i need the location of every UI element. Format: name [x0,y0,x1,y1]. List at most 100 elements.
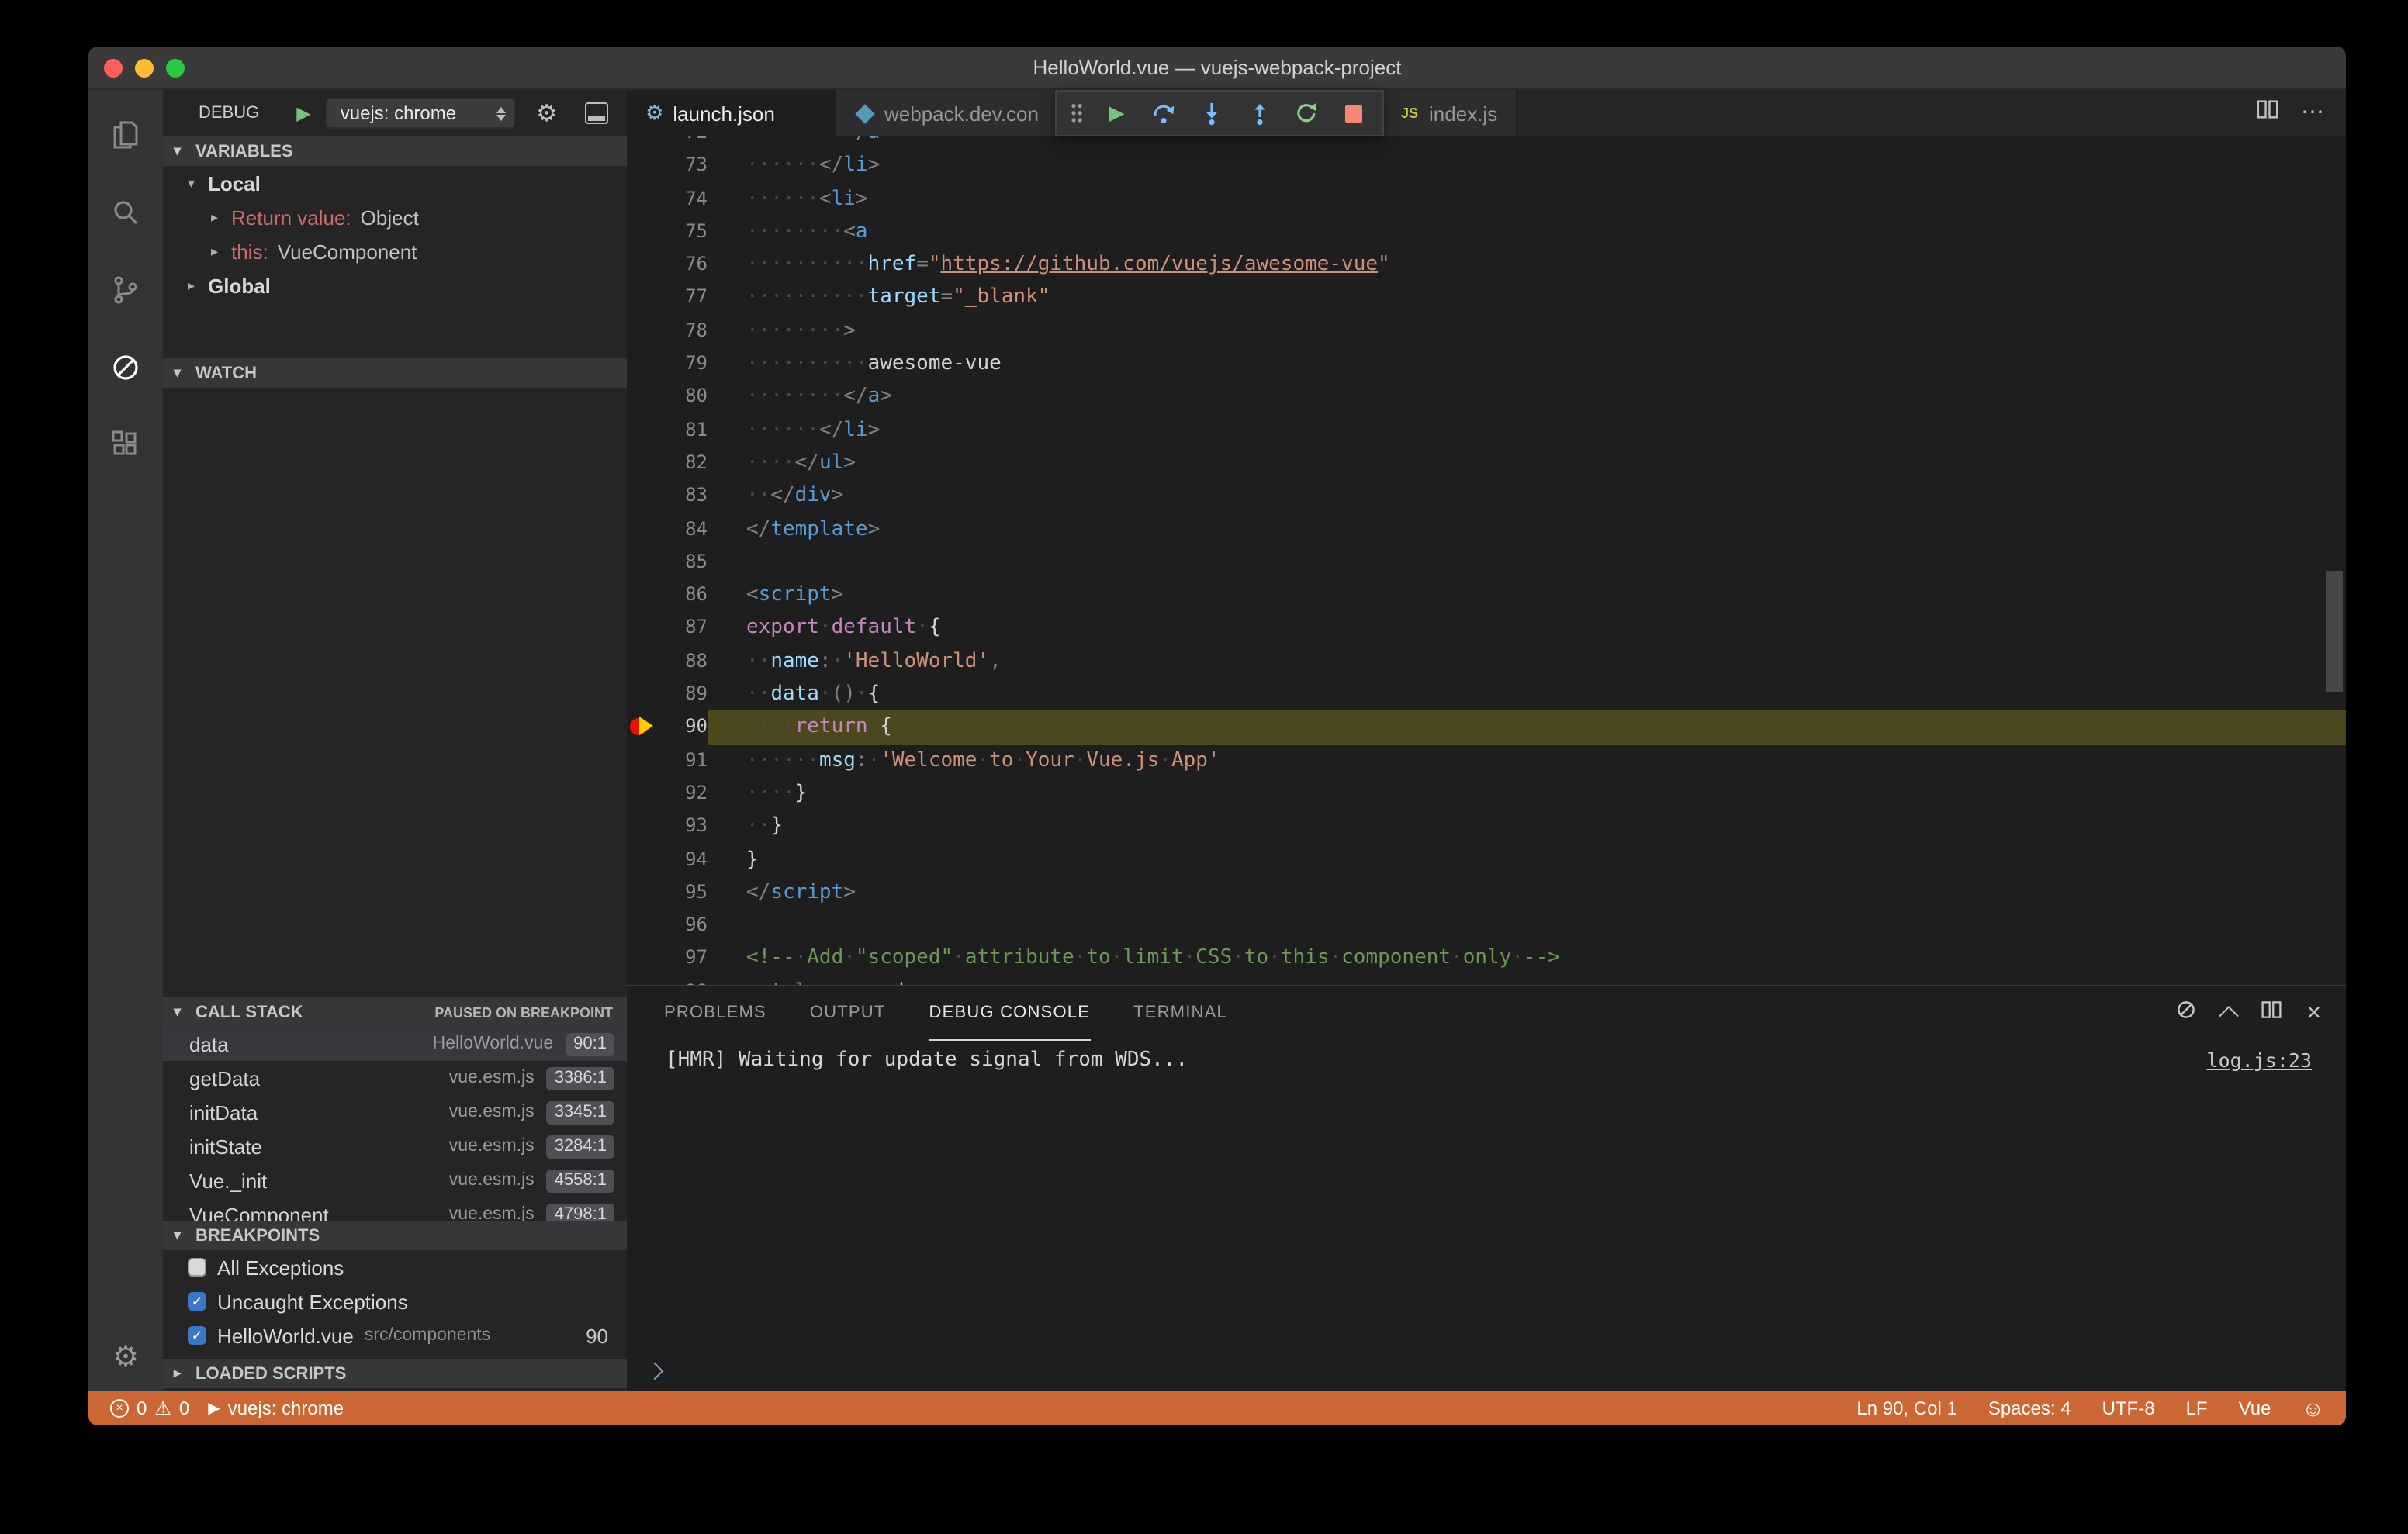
debug-icon[interactable] [88,329,163,406]
line-number[interactable]: 91 [658,744,708,777]
restart-button[interactable] [1293,99,1321,127]
gutter-margin[interactable] [627,942,658,976]
gutter-margin[interactable] [627,413,658,447]
variables-header[interactable]: ▾ VARIABLES [163,136,627,166]
line-number[interactable]: 89 [658,678,708,711]
extensions-icon[interactable] [88,406,163,484]
code-text[interactable]: ··········awesome-vue [708,347,2346,381]
line-number[interactable]: 90 [658,711,708,745]
gutter-margin[interactable] [627,810,658,843]
gutter-margin[interactable] [627,150,658,183]
code-text[interactable]: <style·scoped> [708,975,2346,985]
line-number[interactable]: 98 [658,975,708,985]
variable-row[interactable]: ▸this:VueComponent [163,234,627,268]
search-icon[interactable] [88,174,163,251]
breakpoint-checkbox[interactable]: ✓ [188,1326,206,1345]
gutter-margin[interactable] [627,546,658,579]
gutter-margin[interactable] [627,975,658,985]
code-text[interactable]: ··name:·'HelloWorld', [708,645,2346,679]
debug-console-toggle-icon[interactable] [585,102,608,124]
breakpoint-row[interactable]: All Exceptions [163,1250,627,1284]
code-text[interactable]: </script> [708,876,2346,910]
gutter-margin[interactable] [627,678,658,711]
maximize-panel-icon[interactable] [2219,1006,2238,1025]
gutter-margin[interactable] [627,282,658,315]
code-text[interactable]: ··} [708,810,2346,843]
line-number[interactable]: 76 [658,248,708,282]
variable-row[interactable]: ▸Global [163,268,627,302]
panel-tab-terminal[interactable]: TERMINAL [1133,986,1227,1041]
loaded-scripts-header[interactable]: ▸ LOADED SCRIPTS [163,1359,627,1388]
line-number[interactable]: 86 [658,579,708,612]
watch-header[interactable]: ▾ WATCH [163,358,627,388]
code-text[interactable]: ······msg:·'Welcome·to·Your·Vue.js·App' [708,744,2346,777]
code-text[interactable]: <script> [708,579,2346,612]
code-text[interactable]: ····</ul> [708,447,2346,480]
line-number[interactable]: 83 [658,480,708,513]
line-number[interactable]: 94 [658,843,708,876]
line-number[interactable]: 77 [658,282,708,315]
step-over-button[interactable] [1150,99,1178,127]
line-number[interactable]: 82 [658,447,708,480]
gutter-margin[interactable] [627,136,658,150]
debug-config-status[interactable]: ▶ vuejs: chrome [208,1398,344,1419]
line-number[interactable]: 79 [658,347,708,381]
code-text[interactable]: ······</li> [708,413,2346,447]
start-debug-button[interactable]: ▶ [296,102,310,124]
line-number[interactable]: 84 [658,513,708,546]
line-number[interactable]: 73 [658,150,708,183]
code-text[interactable]: ········> [708,315,2346,348]
gutter-margin[interactable] [627,216,658,249]
debug-console-input[interactable] [627,1351,2346,1391]
callstack-frame[interactable]: Vue._initvue.esm.js4558:1 [163,1163,627,1197]
gutter-margin[interactable] [627,711,658,745]
tab-index-js[interactable]: JSindex.js [1381,90,1517,136]
gutter-margin[interactable] [627,876,658,910]
code-text[interactable]: export·default·{ [708,612,2346,645]
panel-tab-debug-console[interactable]: DEBUG CONSOLE [929,986,1091,1041]
minimize-button[interactable] [135,58,154,77]
gutter-margin[interactable] [627,843,658,876]
settings-gear-icon[interactable]: ⚙ [112,1323,139,1391]
line-number[interactable]: 93 [658,810,708,843]
console-source-link[interactable]: log.js:23 [2207,1049,2312,1072]
call-stack-header[interactable]: ▾ CALL STACK PAUSED ON BREAKPOINT [163,997,627,1027]
code-text[interactable]: ····return·{ [708,711,2346,745]
gutter-margin[interactable] [627,315,658,348]
code-text[interactable]: ········<a [708,216,2346,249]
code-text[interactable] [708,909,2346,942]
gutter-margin[interactable] [627,480,658,513]
code-text[interactable]: ······<li> [708,182,2346,216]
code-text[interactable]: </template> [708,513,2346,546]
variable-row[interactable]: ▾Local [163,166,627,200]
code-text[interactable]: <!--·Add·"scoped"·attribute·to·limit·CSS… [708,942,2346,976]
encoding-status[interactable]: UTF-8 [2102,1398,2155,1419]
line-number[interactable]: 92 [658,777,708,810]
gutter-margin[interactable] [627,579,658,612]
code-text[interactable]: ········</a> [708,381,2346,414]
eol-status[interactable]: LF [2186,1398,2208,1419]
editor-scrollbar-thumb[interactable] [2326,571,2343,692]
cursor-position-status[interactable]: Ln 90, Col 1 [1856,1398,1956,1419]
zoom-button[interactable] [166,58,185,77]
explorer-icon[interactable] [88,96,163,174]
debug-config-dropdown[interactable]: vuejs: chrome [327,98,515,129]
variable-row[interactable]: ▸Return value:Object [163,200,627,234]
indentation-status[interactable]: Spaces: 4 [1988,1398,2071,1419]
gutter-margin[interactable] [627,347,658,381]
step-into-button[interactable] [1198,99,1226,127]
line-number[interactable]: 74 [658,182,708,216]
breakpoint-row[interactable]: ✓Uncaught Exceptions [163,1284,627,1318]
code-text[interactable]: } [708,843,2346,876]
gutter-margin[interactable] [627,447,658,480]
line-number[interactable]: 96 [658,909,708,942]
stop-button[interactable] [1341,99,1368,127]
tab-webpack-dev-con[interactable]: webpack.dev.con [836,90,1069,136]
line-number[interactable]: 72 [658,136,708,150]
code-text[interactable]: ··</div> [708,480,2346,513]
split-panel-icon[interactable] [2260,999,2282,1028]
errors-warnings-status[interactable]: × 0 ⚠ 0 [110,1398,189,1419]
split-editor-icon[interactable] [2256,98,2279,129]
gutter-margin[interactable] [627,612,658,645]
gutter-margin[interactable] [627,513,658,546]
